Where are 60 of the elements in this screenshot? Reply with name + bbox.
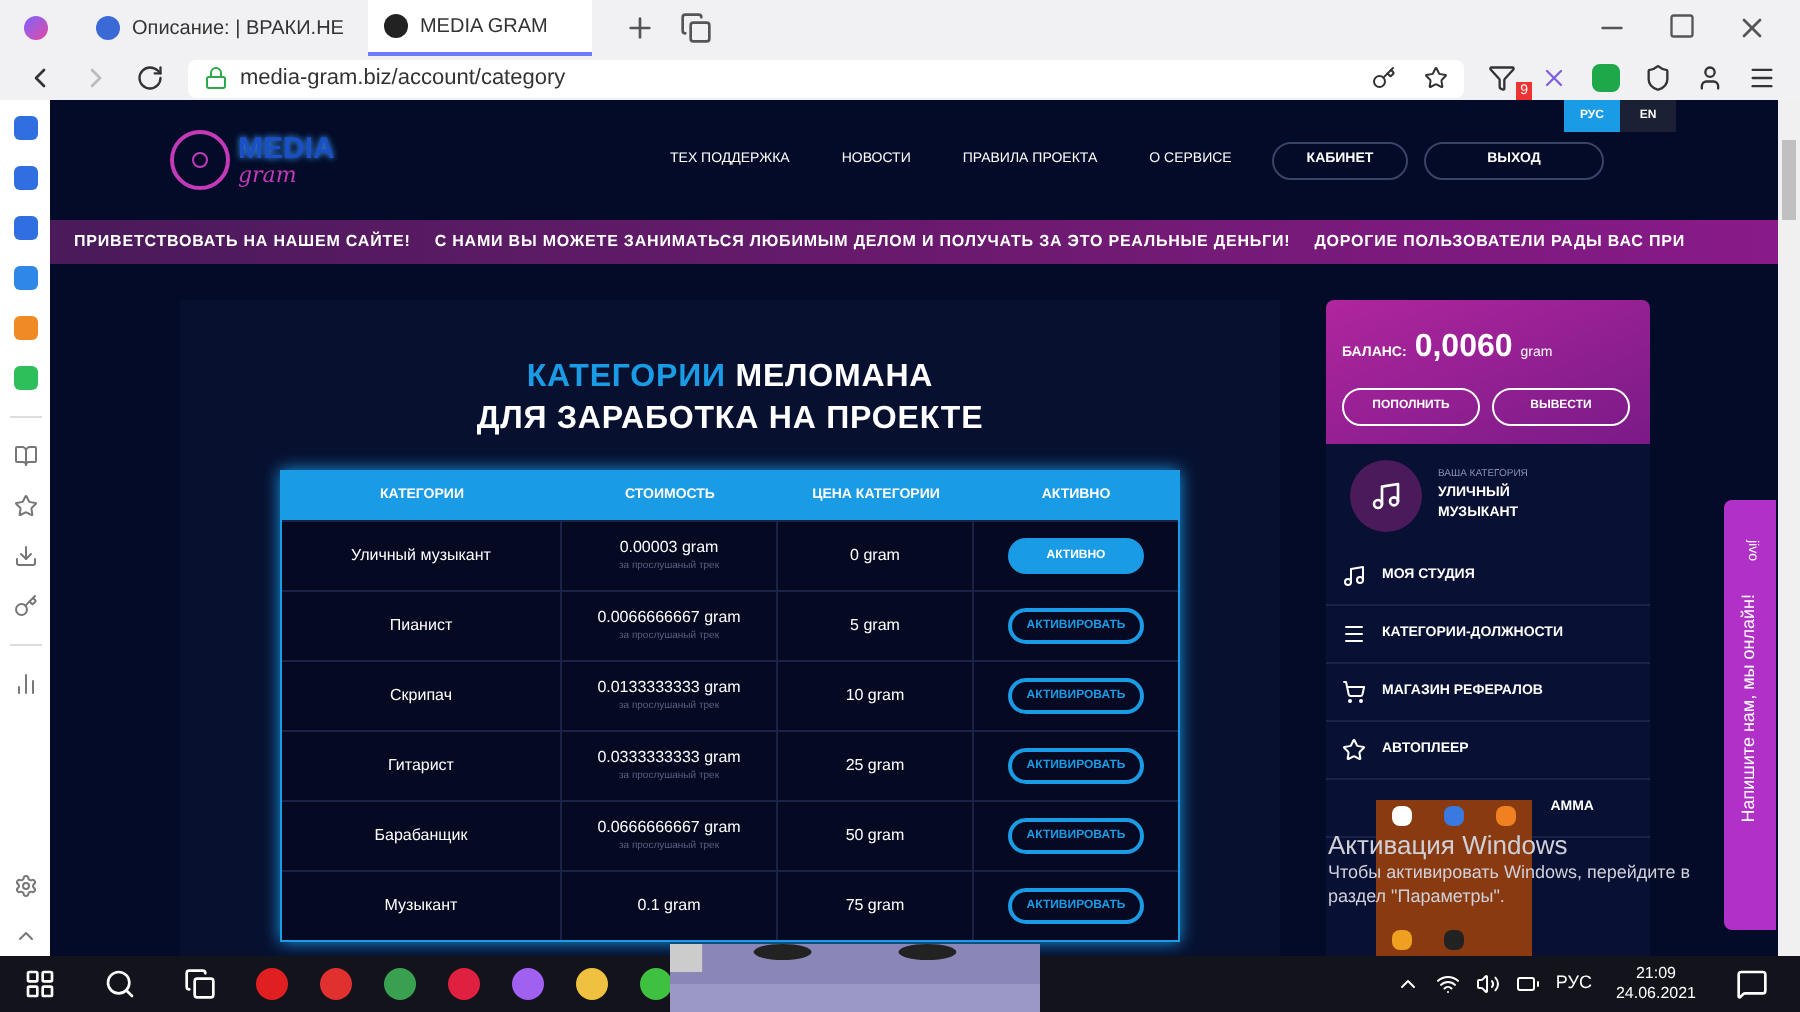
notifications-icon[interactable]: [1736, 968, 1768, 1000]
settings-icon[interactable]: [13, 874, 37, 898]
private-window-icon[interactable]: [679, 12, 712, 44]
new-tab-icon[interactable]: [623, 12, 656, 44]
start-icon[interactable]: [24, 968, 56, 1000]
table-cell: Уличный музыкант: [351, 544, 491, 568]
search-icon[interactable]: [104, 968, 136, 1000]
vinyl-logo-icon: [170, 130, 230, 190]
table-cell: 0 gram: [850, 544, 900, 568]
table-cell-text: 0.0666666667 gram: [597, 816, 741, 840]
ticker-message: ДОРОГИЕ ПОЛЬЗОВАТЕЛИ РАДЫ ВАС ПРИ: [1314, 230, 1686, 254]
menu-icon[interactable]: [1748, 64, 1776, 92]
music-note-avatar: [1350, 460, 1422, 532]
shield-icon[interactable]: [1644, 64, 1672, 92]
ticker-message: ПРИВЕТСТВОВАТЬ НА НАШЕМ САЙТЕ!: [74, 230, 411, 254]
table-cell: 10 gram: [845, 684, 905, 708]
clock-time: 21:09: [1635, 964, 1676, 984]
table-cell: 50 gram: [845, 824, 905, 848]
language-indicator[interactable]: РУС: [1555, 970, 1592, 998]
logo-script: gram: [238, 164, 299, 186]
profile-icon[interactable]: [1696, 64, 1724, 92]
logo-text: MEDIA: [238, 134, 335, 164]
maximize-icon[interactable]: [1668, 12, 1696, 40]
browser-tab[interactable]: Описание: | ВРАКИ.НЕ: [80, 0, 368, 56]
star-icon[interactable]: [13, 494, 37, 518]
list-icon: [1342, 622, 1366, 646]
table-cell: 75 gram: [845, 894, 905, 918]
scrollbar-thumb[interactable]: [1782, 140, 1796, 220]
browser-tab[interactable]: MEDIA GRAM: [367, 0, 592, 56]
table-cell-text: 0.0333333333 gram: [597, 746, 741, 770]
table-cell-text: 0.0133333333 gram: [597, 676, 741, 700]
clock-date: 24.06.2021: [1615, 984, 1696, 1004]
ticker-message: С НАМИ ВЫ МОЖЕТЕ ЗАНИМАТЬСЯ ЛЮБИМЫМ ДЕЛОМ И ПОЛУЧАТЬ ЗА ЭТО РЕАЛЬНЫЕ ДЕНЬГИ!: [434, 230, 1291, 254]
balance-value: 0,0060: [1414, 328, 1513, 368]
table-cell: Скрипач: [390, 684, 452, 708]
book-icon[interactable]: [13, 444, 37, 468]
download-icon[interactable]: [13, 544, 37, 568]
volume-icon[interactable]: [1475, 972, 1500, 996]
battery-icon[interactable]: [1515, 972, 1540, 996]
key-icon[interactable]: [1372, 66, 1396, 90]
address-field[interactable]: media-gram.biz/account/category: [188, 59, 1464, 97]
task-view-icon[interactable]: [184, 968, 216, 1000]
bookmark-icon[interactable]: [1424, 66, 1448, 90]
star-icon: [1342, 738, 1366, 762]
table-cell: Музыкант: [384, 894, 458, 918]
table-cell: Пианист: [389, 614, 453, 638]
reload-icon[interactable]: [136, 64, 164, 92]
table-cell: 0.1 gram: [637, 894, 701, 918]
table-cell: Гитарист: [388, 754, 454, 778]
music-note-icon: [1342, 564, 1366, 588]
table-cell: 5 gram: [850, 614, 900, 638]
table-cell-text: 0.00003 gram: [619, 536, 719, 560]
lock-icon: [204, 66, 228, 90]
chart-icon[interactable]: [13, 672, 37, 696]
table-cell-text: 0.0066666667 gram: [597, 606, 741, 630]
table-cell: 25 gram: [845, 754, 905, 778]
cart-icon: [1342, 680, 1366, 704]
chat-text: Напишите нам, мы онлайн!: [1736, 593, 1761, 822]
table-cell: Барабанщик: [374, 824, 468, 848]
page-title: КАТЕГОРИИ МЕЛОМАНА ДЛЯ ЗАРАБОТКА НА ПРОЕКТЕ: [476, 358, 984, 440]
